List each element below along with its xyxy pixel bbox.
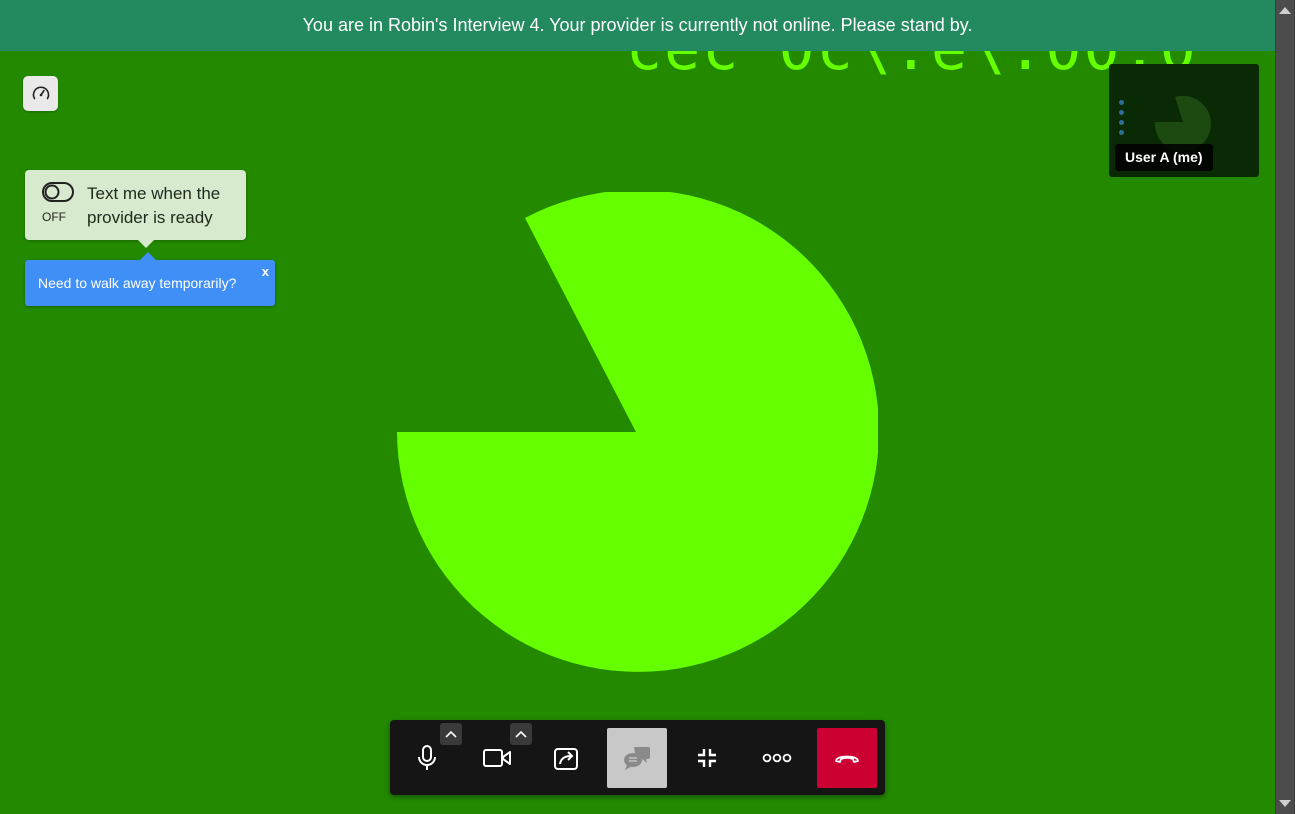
share-screen-button[interactable] bbox=[537, 728, 597, 788]
share-screen-icon bbox=[554, 748, 578, 770]
text-me-toggle[interactable] bbox=[41, 182, 75, 207]
toggle-state-label: OFF bbox=[42, 210, 66, 224]
self-view-thumbnail[interactable]: User A (me) bbox=[1109, 64, 1259, 177]
more-dots-icon bbox=[762, 753, 792, 763]
end-call-button[interactable] bbox=[817, 728, 877, 788]
exit-fullscreen-button[interactable] bbox=[677, 728, 737, 788]
page-scrollbar[interactable] bbox=[1275, 0, 1295, 814]
microphone-icon bbox=[418, 745, 436, 770]
self-view-dots bbox=[1119, 100, 1124, 140]
chevron-up-icon bbox=[515, 730, 527, 738]
text-me-label: Text me when the provider is ready bbox=[87, 184, 221, 227]
status-banner: You are in Robin's Interview 4. Your pro… bbox=[0, 0, 1275, 51]
video-viewport: cec 0c\.e\.00.0 You are in Robin's Inter… bbox=[0, 0, 1275, 814]
self-name-label: User A (me) bbox=[1115, 144, 1213, 171]
chat-bubbles-icon bbox=[624, 747, 650, 770]
scroll-down-arrow-icon[interactable] bbox=[1279, 800, 1291, 807]
banner-message: You are in Robin's Interview 4. Your pro… bbox=[302, 15, 973, 35]
remote-video-shape bbox=[397, 192, 878, 672]
chevron-up-icon bbox=[445, 730, 457, 738]
camera-options-button[interactable] bbox=[510, 723, 532, 745]
chat-button[interactable] bbox=[607, 728, 667, 788]
exit-fullscreen-icon bbox=[698, 749, 716, 767]
speedometer-icon bbox=[32, 85, 49, 99]
hang-up-icon bbox=[835, 755, 859, 763]
scrollbar-thumb[interactable] bbox=[1276, 0, 1294, 814]
call-toolbar bbox=[390, 720, 885, 795]
toggle-off-icon bbox=[42, 182, 74, 202]
close-icon[interactable]: x bbox=[262, 264, 269, 279]
walk-away-text: Need to walk away temporarily? bbox=[38, 275, 237, 291]
more-options-button[interactable] bbox=[747, 728, 807, 788]
scroll-up-arrow-icon[interactable] bbox=[1279, 7, 1291, 14]
microphone-options-button[interactable] bbox=[440, 723, 462, 745]
connection-speed-button[interactable] bbox=[23, 76, 58, 111]
text-me-card: OFF Text me when the provider is ready bbox=[25, 170, 246, 248]
video-camera-icon bbox=[483, 749, 511, 767]
walk-away-tooltip[interactable]: Need to walk away temporarily? x bbox=[25, 252, 275, 306]
